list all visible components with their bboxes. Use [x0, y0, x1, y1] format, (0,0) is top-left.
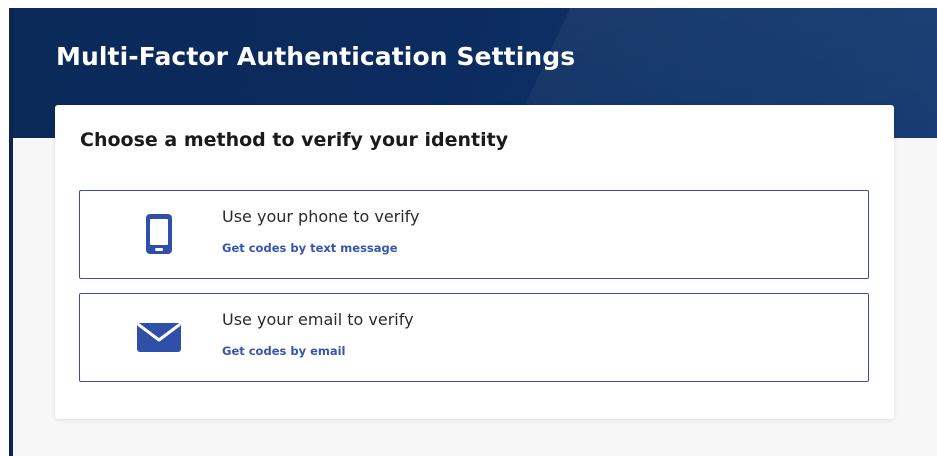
- page-title: Multi-Factor Authentication Settings: [56, 42, 576, 71]
- verification-method-card: Choose a method to verify your identity …: [55, 105, 894, 419]
- phone-icon: [146, 214, 172, 254]
- top-spacer: [0, 0, 937, 8]
- page: Multi-Factor Authentication Settings Cho…: [0, 0, 937, 456]
- email-option-title: Use your email to verify: [222, 310, 414, 329]
- card-heading: Choose a method to verify your identity: [80, 129, 509, 151]
- phone-option-title: Use your phone to verify: [222, 207, 420, 226]
- phone-option-subtitle: Get codes by text message: [222, 241, 398, 255]
- email-verify-option[interactable]: Use your email to verify Get codes by em…: [79, 293, 869, 382]
- phone-verify-option[interactable]: Use your phone to verify Get codes by te…: [79, 190, 869, 279]
- email-icon: [137, 323, 181, 352]
- email-option-subtitle: Get codes by email: [222, 344, 346, 358]
